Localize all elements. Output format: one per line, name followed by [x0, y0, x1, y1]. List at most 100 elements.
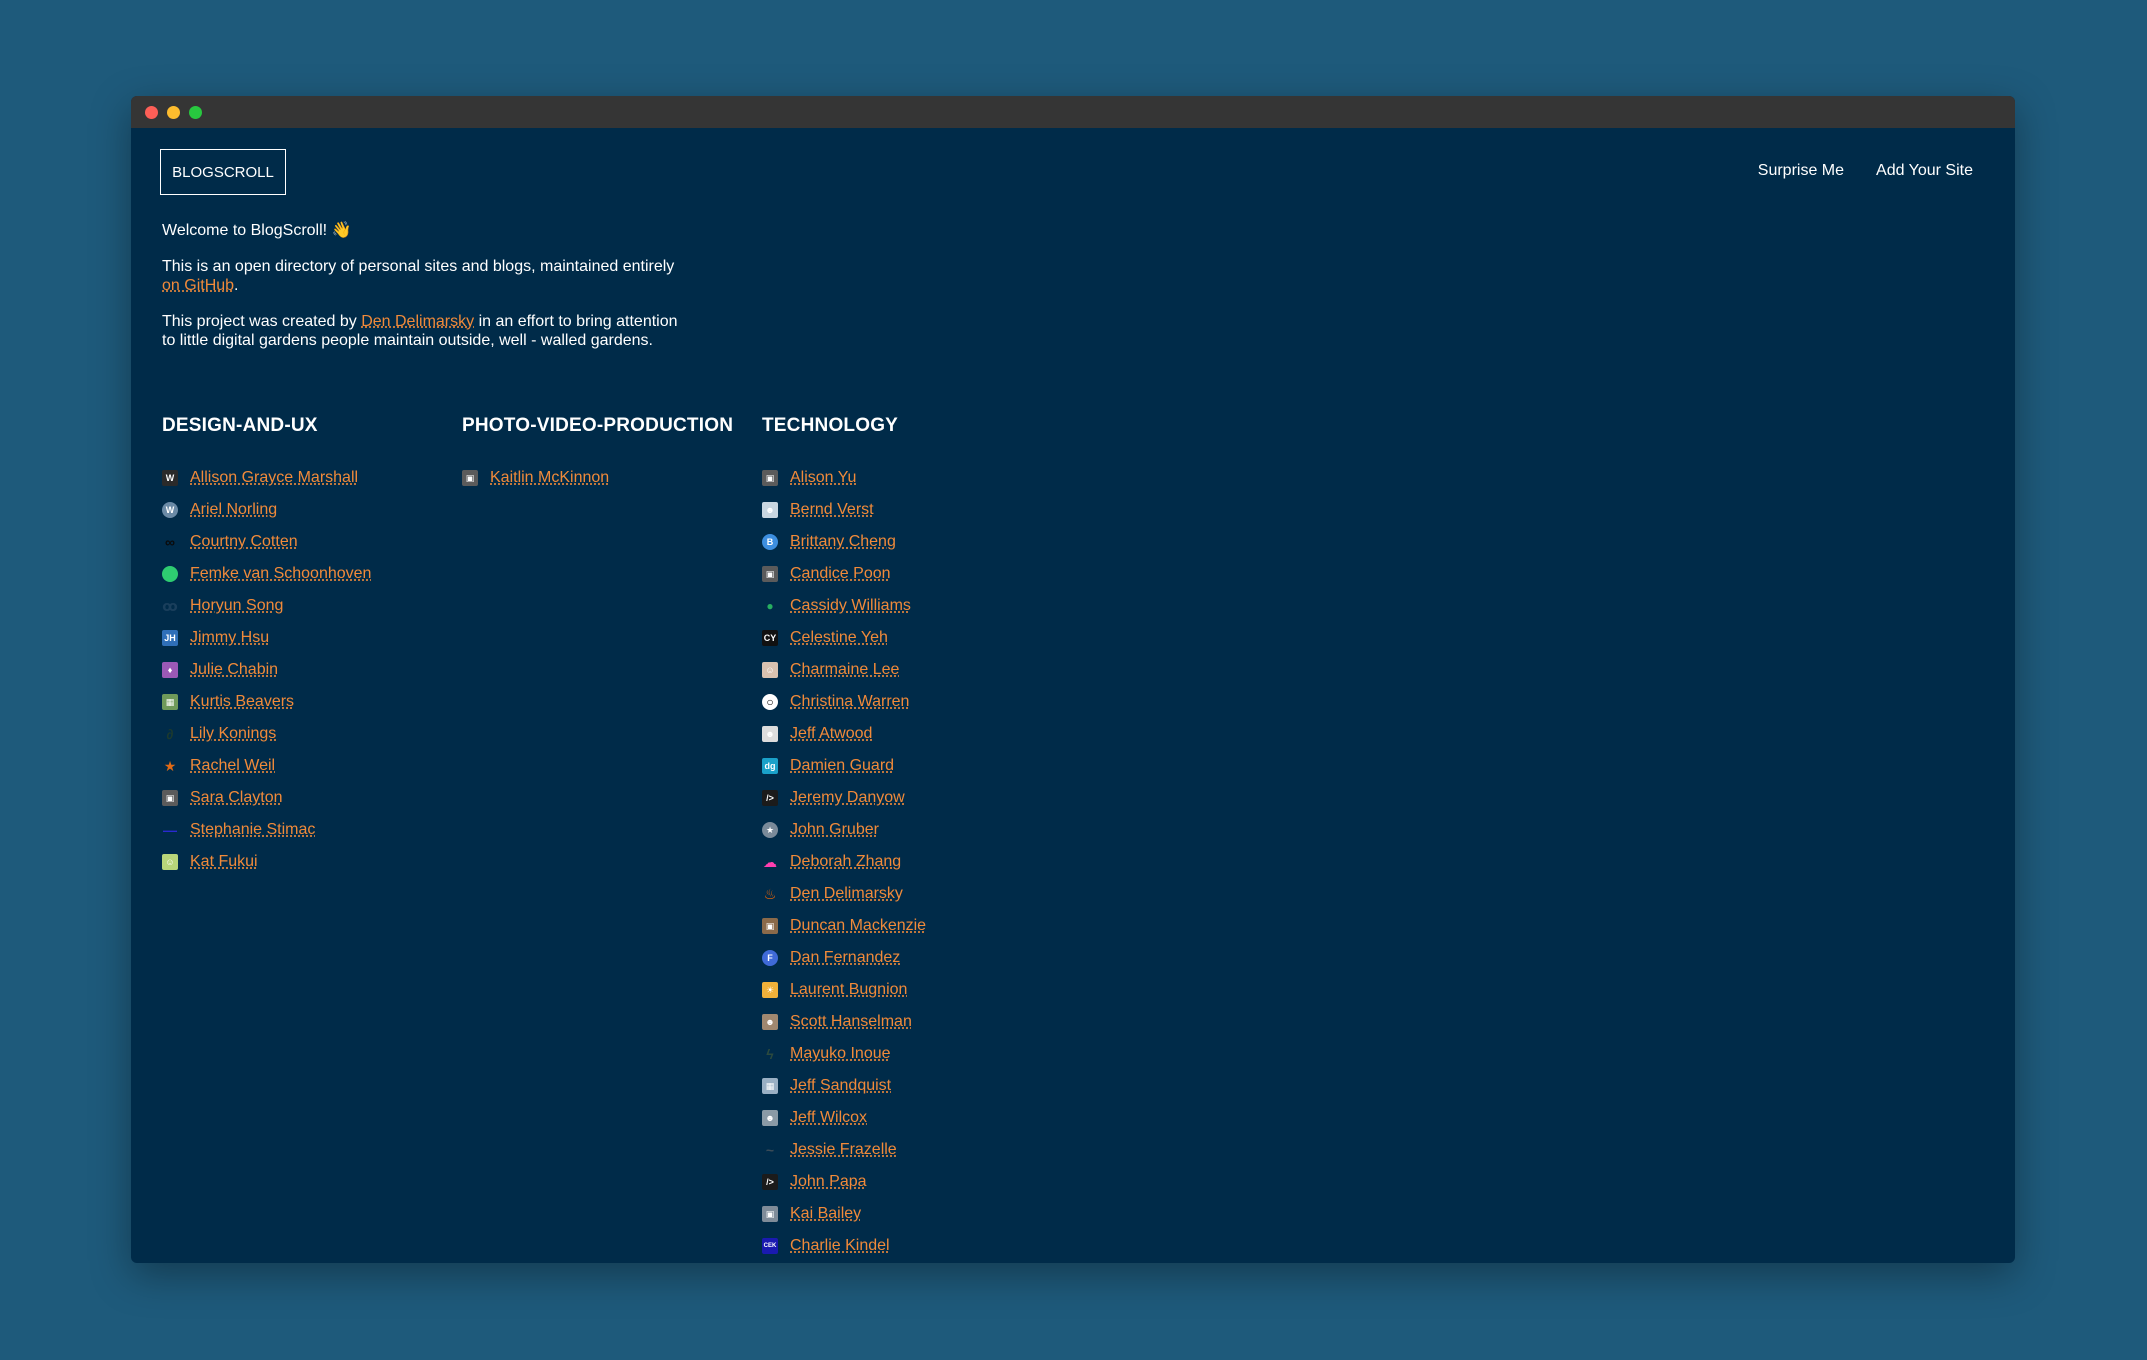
site-link[interactable]: Duncan Mackenzie: [790, 917, 926, 935]
site-link[interactable]: Ariel Norling: [190, 501, 277, 519]
site-list-item: ☺ Kat Fukui: [162, 846, 371, 878]
site-link[interactable]: Damien Guard: [790, 757, 894, 775]
site-link[interactable]: Jeff Wilcox: [790, 1109, 867, 1127]
site-list-item: ▦ Kurtis Beavers: [162, 686, 371, 718]
photo-icon: ▣: [762, 918, 778, 934]
site-link[interactable]: Kai Bailey: [790, 1205, 861, 1223]
site-link[interactable]: Kurtis Beavers: [190, 693, 294, 711]
site-list-item: — Stephanie Stimac: [162, 814, 371, 846]
page-content: BLOGSCROLL Surprise Me Add Your Site Wel…: [131, 128, 2015, 1263]
category-photo-video-production: PHOTO-VIDEO-PRODUCTION ▣ Kaitlin McKinnon: [462, 415, 733, 494]
site-link[interactable]: Jeff Sandquist: [790, 1077, 891, 1095]
maximize-window-button[interactable]: [189, 105, 202, 119]
window-titlebar: [131, 96, 2015, 128]
site-link[interactable]: Deborah Zhang: [790, 853, 901, 871]
intro-paragraph-2: This project was created by Den Delimars…: [162, 312, 682, 350]
site-link[interactable]: John Papa: [790, 1173, 867, 1191]
feather-icon: ~: [765, 1142, 775, 1158]
face-icon: ☻: [762, 1014, 778, 1030]
site-list-item: F Dan Fernandez: [762, 942, 926, 974]
category-title: DESIGN-AND-UX: [162, 415, 318, 436]
github-link[interactable]: on GitHub: [162, 277, 234, 294]
site-link[interactable]: Den Delimarsky: [790, 885, 903, 903]
intro-section: Welcome to BlogScroll! 👋 This is an open…: [162, 221, 682, 367]
site-list-item: ☀ Laurent Bugnion: [762, 974, 926, 1006]
author-link[interactable]: Den Delimarsky: [361, 313, 474, 330]
site-link[interactable]: Courtny Cotten: [190, 533, 298, 551]
site-link[interactable]: Christina Warren: [790, 693, 909, 711]
intro-text: .: [234, 277, 239, 294]
site-list-item: ꝏ Horyun Song: [162, 590, 371, 622]
portrait-icon: ☻: [762, 502, 778, 518]
site-link[interactable]: Rachel Weil: [190, 757, 275, 775]
site-list-item: ▣ Duncan Mackenzie: [762, 910, 926, 942]
surprise-me-link[interactable]: Surprise Me: [1758, 162, 1844, 180]
site-link[interactable]: Jimmy Hsu: [190, 629, 269, 647]
site-list-item: dg Damien Guard: [762, 750, 926, 782]
site-link[interactable]: Scott Hanselman: [790, 1013, 912, 1031]
site-list: W Allison Grayce Marshall W Ariel Norling ∞ C…: [162, 462, 371, 878]
site-list-item: /> Jeremy Danyow: [762, 782, 926, 814]
site-link[interactable]: Lily Konings: [190, 725, 276, 743]
add-your-site-link[interactable]: Add Your Site: [1876, 162, 1973, 180]
site-link[interactable]: Charmaine Lee: [790, 661, 899, 679]
site-list-item: Femke van Schoonhoven: [162, 558, 371, 590]
site-link[interactable]: Allison Grayce Marshall: [190, 469, 358, 487]
site-link[interactable]: Mayuko Inoue: [790, 1045, 891, 1063]
cube-icon: ▣: [762, 566, 778, 582]
close-window-button[interactable]: [145, 105, 158, 119]
site-link[interactable]: Sara Clayton: [190, 789, 283, 807]
sun-icon: ☀: [762, 982, 778, 998]
site-link[interactable]: Julie Chabin: [190, 661, 278, 679]
ring-icon: ○: [762, 694, 778, 710]
site-link[interactable]: Jeremy Danyow: [790, 789, 905, 807]
site-link[interactable]: Candice Poon: [790, 565, 891, 583]
site-list-item: ○ Christina Warren: [762, 686, 926, 718]
cube-icon: ▣: [462, 470, 478, 486]
site-link[interactable]: Femke van Schoonhoven: [190, 565, 371, 583]
site-logo-button[interactable]: BLOGSCROLL: [160, 149, 286, 195]
site-list-item: ▣ Candice Poon: [762, 558, 926, 590]
site-link[interactable]: Stephanie Stimac: [190, 821, 315, 839]
jh-letters-icon: JH: [162, 630, 178, 646]
site-link[interactable]: Horyun Song: [190, 597, 283, 615]
site-list-item: ★ John Gruber: [762, 814, 926, 846]
site-link[interactable]: Alison Yu: [790, 469, 856, 487]
intro-text: This project was created by: [162, 313, 362, 330]
site-list-item: JH Jimmy Hsu: [162, 622, 371, 654]
site-list-item: ☻ Bernd Verst: [762, 494, 926, 526]
site-link[interactable]: Cassidy Williams: [790, 597, 911, 615]
site-link[interactable]: Kat Fukui: [190, 853, 258, 871]
site-list-item: W Allison Grayce Marshall: [162, 462, 371, 494]
site-link[interactable]: Celestine Yeh: [790, 629, 888, 647]
swirl-icon: ∂: [166, 726, 174, 742]
f-letter-icon: F: [762, 950, 778, 966]
site-link[interactable]: Bernd Verst: [790, 501, 874, 519]
site-link[interactable]: Jessie Frazelle: [790, 1141, 897, 1159]
site-list-item: ∂ Lily Konings: [162, 718, 371, 750]
site-list-item: CY Celestine Yeh: [762, 622, 926, 654]
category-title: PHOTO-VIDEO-PRODUCTION: [462, 415, 734, 436]
site-link[interactable]: Jeff Atwood: [790, 725, 872, 743]
cek-log-icon: CEK: [762, 1238, 778, 1254]
code-icon: />: [762, 1174, 778, 1190]
site-link[interactable]: Kaitlin McKinnon: [490, 469, 609, 487]
site-list-item: ♨ Den Delimarsky: [762, 878, 926, 910]
site-link[interactable]: Dan Fernandez: [790, 949, 900, 967]
site-link[interactable]: John Gruber: [790, 821, 879, 839]
site-link[interactable]: Laurent Bugnion: [790, 981, 907, 999]
intro-text: This is an open directory of personal si…: [162, 258, 675, 275]
site-list-item: ▣ Alison Yu: [762, 462, 926, 494]
site-list: ▣ Alison Yu ☻ Bernd Verst B Brittany Cheng ▣ Ca…: [762, 462, 926, 1262]
site-list-item: ☻ Scott Hanselman: [762, 1006, 926, 1038]
category-technology: TECHNOLOGY ▣ Alison Yu ☻ Bernd Verst B Britta…: [762, 415, 926, 1262]
cube-icon: ▣: [162, 790, 178, 806]
minimize-window-button[interactable]: [167, 105, 180, 119]
welcome-text: Welcome to BlogScroll! 👋: [162, 222, 352, 239]
green-circle-icon: [162, 566, 178, 582]
site-list-item: ∞ Courtny Cotten: [162, 526, 371, 558]
site-link[interactable]: Brittany Cheng: [790, 533, 896, 551]
site-link[interactable]: Charlie Kindel: [790, 1237, 890, 1255]
smiley-icon: ☺: [162, 854, 178, 870]
site-list-item: ☺ Charmaine Lee: [762, 654, 926, 686]
